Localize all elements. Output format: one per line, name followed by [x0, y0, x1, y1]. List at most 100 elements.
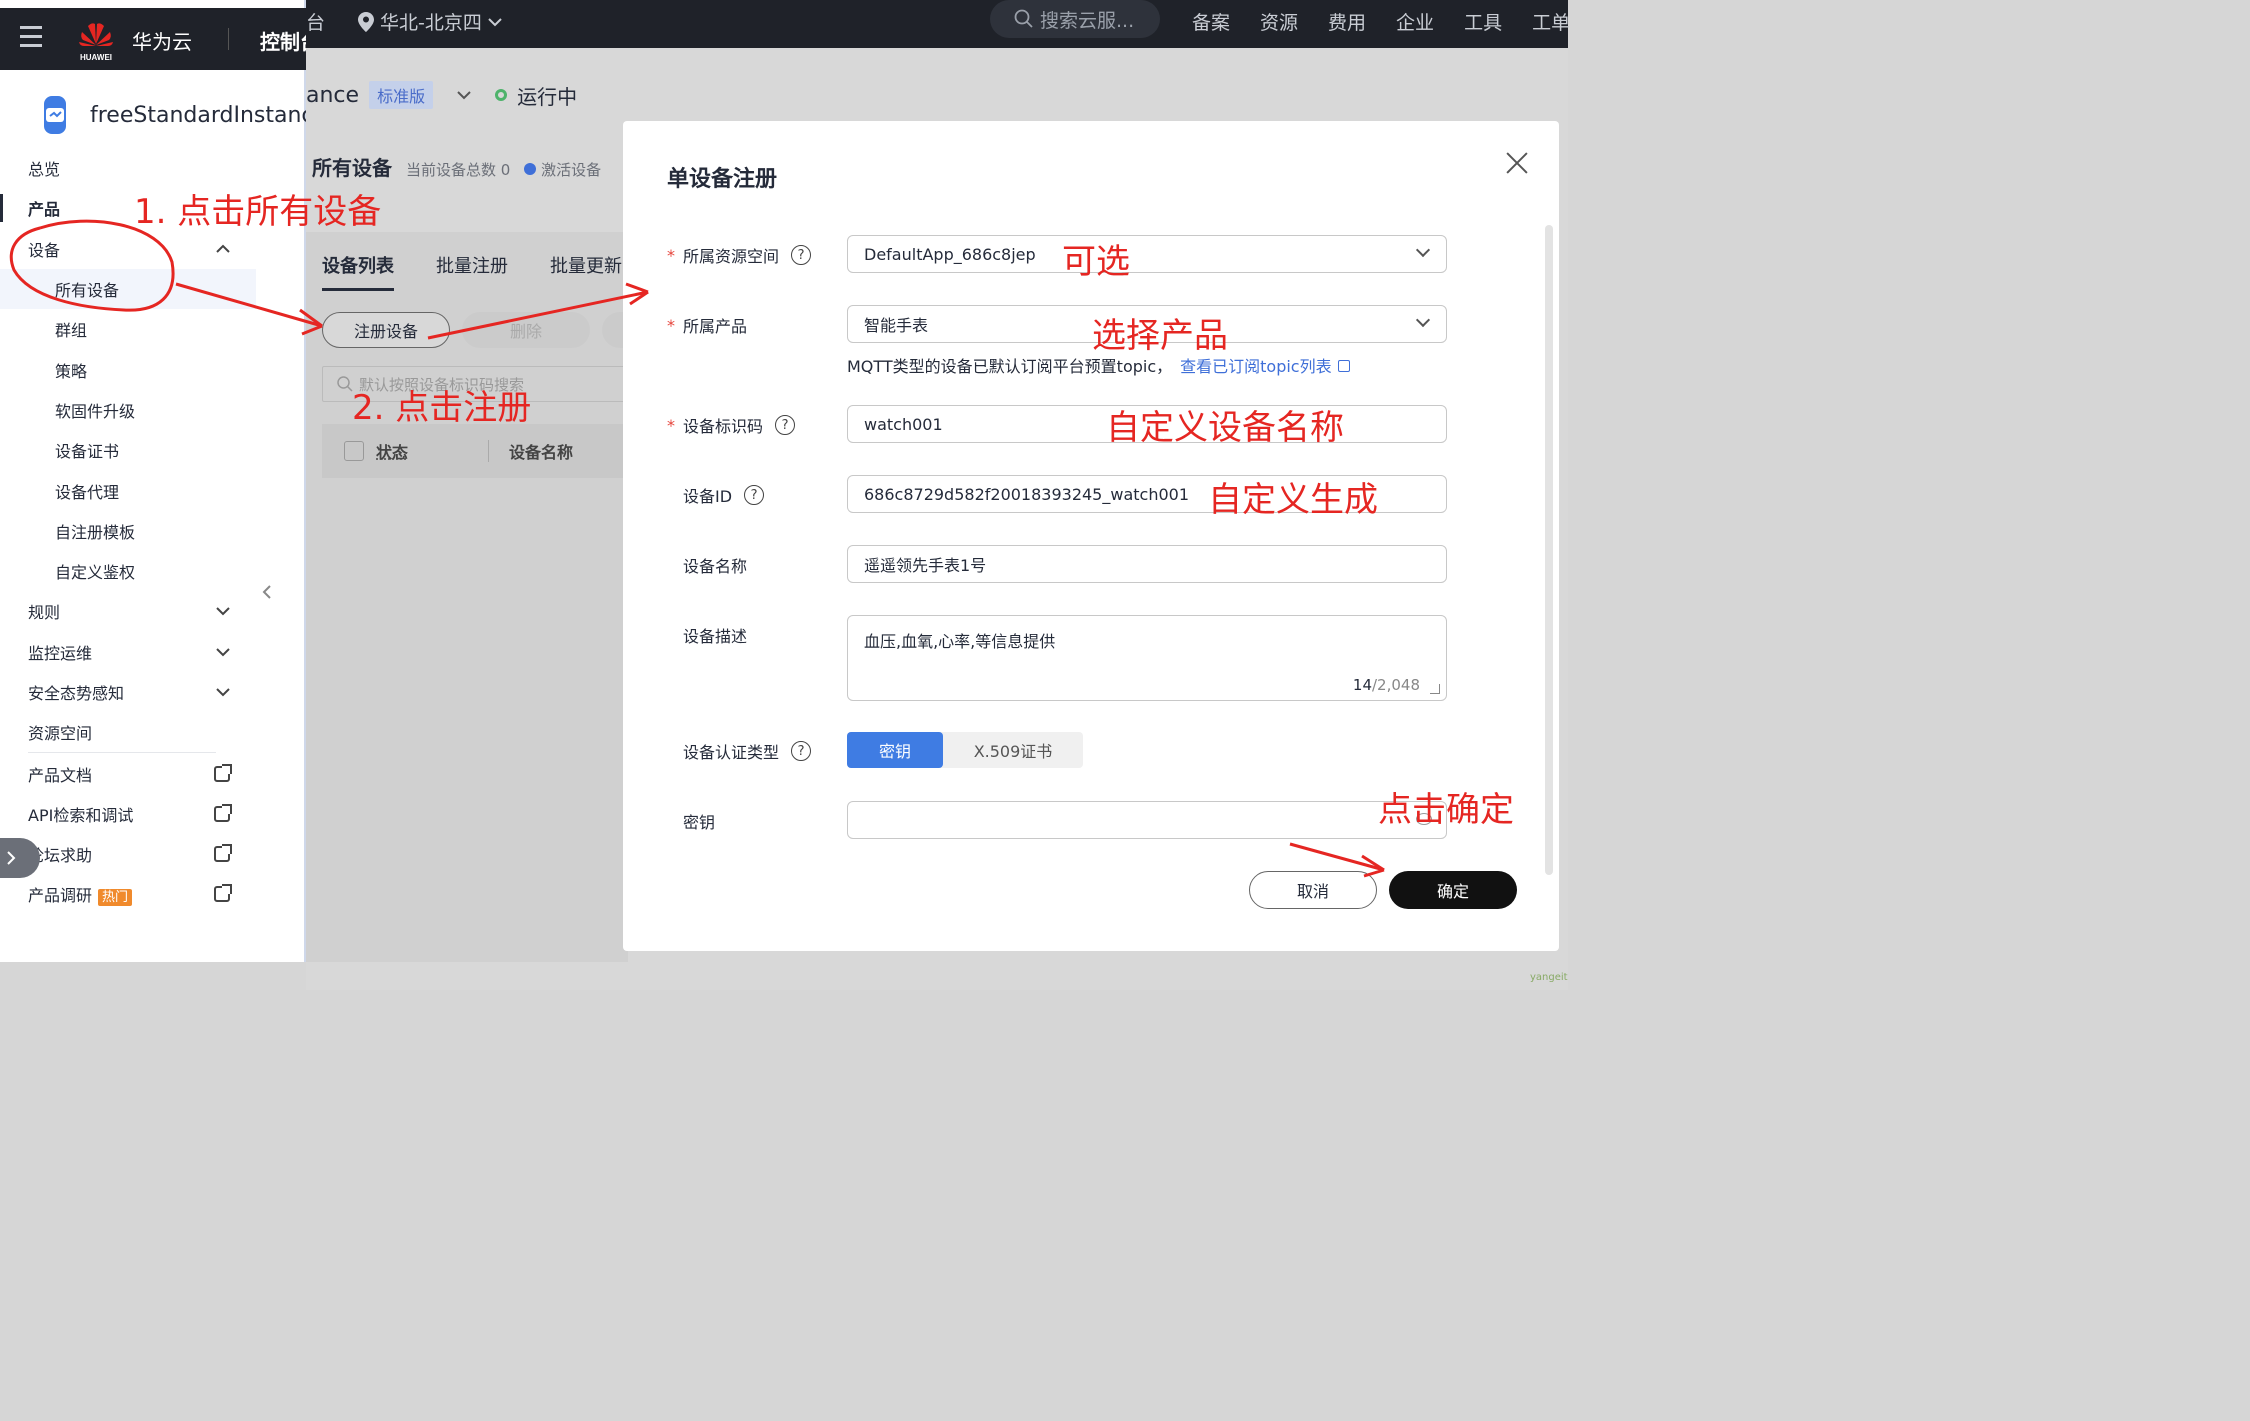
- sidebar-item-label: 软固件升级: [55, 401, 136, 421]
- column-device-name[interactable]: 设备名称: [509, 439, 573, 463]
- description-label: 设备描述: [683, 627, 748, 646]
- secret-input[interactable]: [847, 801, 1447, 839]
- external-link-icon: [214, 844, 232, 863]
- sidebar-item-api-explorer[interactable]: API检索和调试: [0, 794, 256, 834]
- sidebar-header: HUAWEI 华为云 控制台: [0, 8, 306, 70]
- search-icon: [337, 376, 353, 392]
- console-label[interactable]: 控制台: [260, 26, 306, 55]
- sidebar-item-label: 产品调研: [28, 886, 93, 906]
- product-value: 智能手表: [864, 316, 929, 335]
- chevron-up-icon: [216, 244, 230, 253]
- sidebar-item-rules[interactable]: 规则: [0, 591, 256, 631]
- chevron-down-icon: [1415, 312, 1431, 328]
- instance-name: freeStandardInstance: [90, 102, 306, 128]
- device-tabs: 设备列表 批量注册 批量更新: [322, 252, 622, 291]
- sidebar-item-label: 监控运维: [28, 643, 93, 663]
- activated-dot-icon: [524, 163, 537, 175]
- sidebar-item-overview[interactable]: 总览: [0, 148, 256, 188]
- register-device-button[interactable]: 注册设备: [322, 312, 450, 348]
- help-icon[interactable]: ?: [744, 485, 765, 505]
- collapse-sidebar-button[interactable]: [256, 540, 278, 644]
- resource-space-select[interactable]: DefaultApp_686c8jep: [847, 235, 1447, 273]
- search-placeholder: 搜索云服...: [1040, 9, 1135, 32]
- chevron-down-icon: [216, 607, 230, 616]
- confirm-button[interactable]: 确定: [1389, 871, 1517, 909]
- left-sidebar: HUAWEI 华为云 控制台 freeStandardInstance 总览 产…: [0, 0, 306, 962]
- annotation-step2: 2. 点击注册: [352, 388, 532, 428]
- instance-chevron-down-icon[interactable]: [457, 90, 471, 100]
- topic-hint-text: MQTT类型的设备已默认订阅平台预置topic，: [847, 357, 1173, 376]
- sidebar-item-label: 资源空间: [28, 724, 93, 744]
- nav-tools[interactable]: 工具: [1464, 8, 1502, 35]
- instance-header: ance 标准版 运行中: [306, 70, 577, 120]
- product-label: 所属产品: [683, 317, 748, 336]
- sidebar-item-custom-auth[interactable]: 自定义鉴权: [0, 551, 256, 591]
- global-search-input[interactable]: 搜索云服...: [990, 0, 1160, 38]
- resource-space-label-row: * 所属资源空间 ?: [667, 243, 812, 267]
- resource-space-label: 所属资源空间: [683, 247, 780, 266]
- device-table-header: 状态 设备名称: [322, 424, 642, 478]
- nav-tickets[interactable]: 工单: [1532, 8, 1570, 35]
- expand-panel-button[interactable]: [0, 838, 40, 878]
- sidebar-item-proxy[interactable]: 设备代理: [0, 470, 256, 510]
- chevron-down-icon: [216, 688, 230, 697]
- device-id-value: 686c8729d582f20018393245_watch001: [864, 484, 1189, 504]
- sidebar-item-security[interactable]: 安全态势感知: [0, 672, 256, 712]
- nav-billing[interactable]: 费用: [1328, 8, 1366, 35]
- view-topic-link[interactable]: 查看已订阅topic列表: [1180, 357, 1331, 376]
- help-icon[interactable]: ?: [791, 741, 812, 761]
- watermark: yangeit: [1530, 972, 1568, 983]
- hamburger-menu-icon[interactable]: [20, 26, 42, 53]
- resize-handle-icon[interactable]: [1430, 684, 1440, 694]
- cancel-button[interactable]: 取消: [1249, 871, 1377, 909]
- region-selector[interactable]: 华北-北京四: [358, 8, 502, 35]
- sidebar-item-ota[interactable]: 软固件升级: [0, 390, 256, 430]
- console-label-partial: 台: [306, 12, 326, 34]
- auth-option-secret[interactable]: 密钥: [847, 732, 943, 768]
- nav-resources[interactable]: 资源: [1260, 8, 1298, 35]
- sidebar-item-label: 总览: [28, 160, 61, 180]
- select-all-checkbox[interactable]: [344, 441, 364, 461]
- sidebar-item-self-register[interactable]: 自注册模板: [0, 511, 256, 551]
- sidebar-item-devices[interactable]: 设备: [0, 229, 256, 269]
- hot-badge: 热门: [98, 889, 133, 907]
- sidebar-item-resource-space[interactable]: 资源空间: [0, 712, 256, 752]
- char-count: 14: [1352, 676, 1372, 694]
- delete-button[interactable]: 删除: [462, 312, 590, 348]
- sidebar-item-label: 产品: [28, 200, 61, 220]
- description-label-row: 设备描述: [667, 623, 747, 647]
- column-status[interactable]: 状态: [376, 439, 408, 463]
- tab-batch-update[interactable]: 批量更新: [550, 252, 622, 291]
- help-icon[interactable]: ?: [791, 245, 812, 265]
- device-name-input[interactable]: 遥遥领先手表1号: [847, 545, 1447, 583]
- tab-device-list[interactable]: 设备列表: [322, 252, 394, 291]
- sidebar-item-survey[interactable]: 产品调研 热门: [0, 874, 256, 914]
- dialog-scrollbar[interactable]: [1545, 225, 1553, 875]
- auth-option-x509[interactable]: X.509证书: [943, 732, 1083, 768]
- device-name-label-row: 设备名称: [667, 553, 747, 577]
- close-icon[interactable]: [1503, 149, 1531, 177]
- sidebar-item-monitoring[interactable]: 监控运维: [0, 632, 256, 672]
- help-icon[interactable]: ?: [775, 415, 796, 435]
- external-link-icon: [214, 803, 232, 822]
- location-pin-icon: [358, 11, 374, 32]
- sidebar-item-policies[interactable]: 策略: [0, 349, 256, 389]
- device-id-label: 设备ID: [683, 487, 733, 506]
- sidebar-item-docs[interactable]: 产品文档: [0, 753, 256, 793]
- nav-enterprise[interactable]: 企业: [1396, 8, 1434, 35]
- description-textarea[interactable]: 血压,血氧,心率,等信息提供 14/2,048: [847, 615, 1447, 701]
- required-marker: *: [667, 315, 675, 335]
- annotation-custom-name: 自定义设备名称: [1106, 408, 1344, 448]
- dialog-title: 单设备注册: [667, 167, 778, 192]
- char-counter: 14/2,048: [1353, 676, 1420, 694]
- nav-beian[interactable]: 备案: [1192, 8, 1230, 35]
- auth-type-segmented: 密钥 X.509证书: [847, 732, 1083, 768]
- sidebar-item-all-devices[interactable]: 所有设备: [0, 268, 256, 310]
- sidebar-item-label: 设备代理: [55, 482, 120, 502]
- secret-label: 密钥: [683, 813, 716, 832]
- sidebar-item-certificates[interactable]: 设备证书: [0, 430, 256, 470]
- tab-batch-register[interactable]: 批量注册: [436, 252, 508, 291]
- sidebar-item-groups[interactable]: 群组: [0, 309, 256, 349]
- required-marker: *: [667, 245, 675, 265]
- edition-tag: 标准版: [369, 81, 434, 109]
